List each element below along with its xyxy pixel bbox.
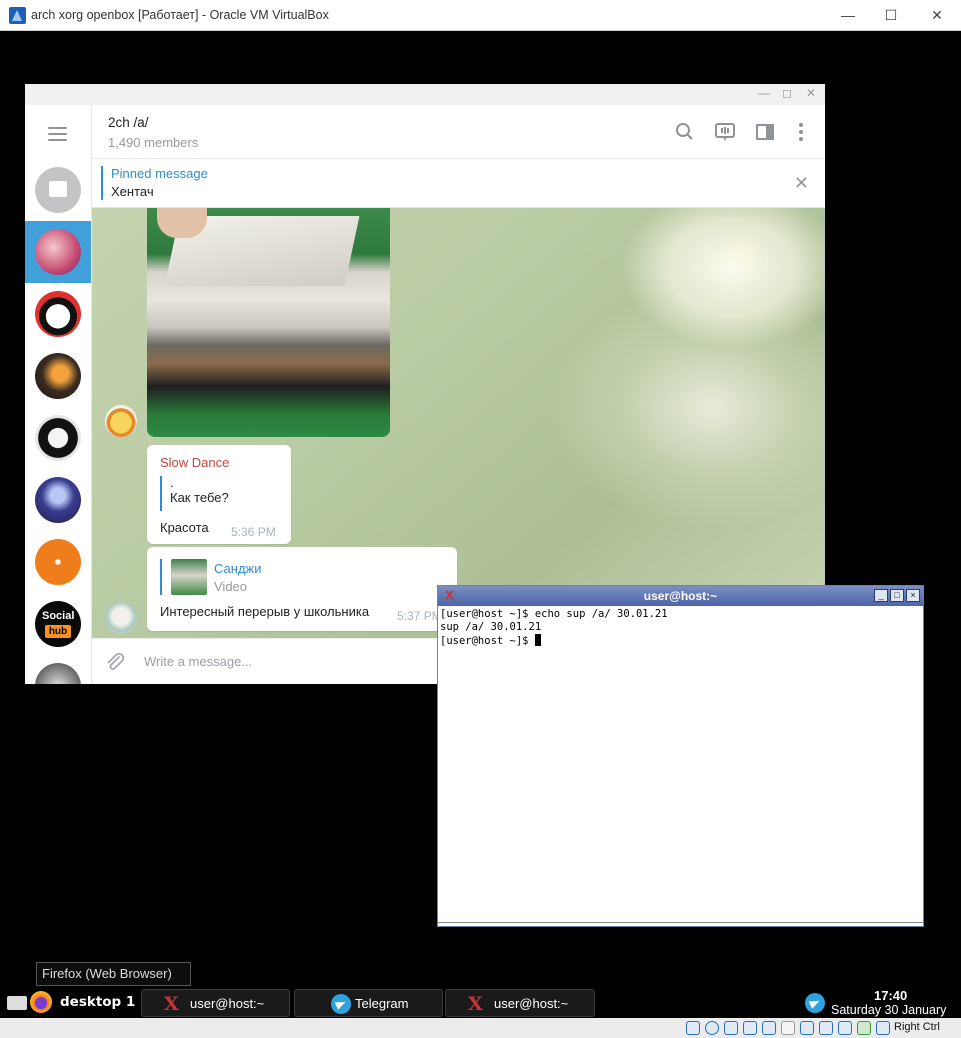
- terminal-output[interactable]: [user@host ~]$ echo sup /a/ 30.01.21 sup…: [440, 608, 668, 648]
- telegram-maximize-button[interactable]: ◻: [782, 86, 792, 100]
- telegram-window-bar: — ◻ ✕: [25, 84, 825, 105]
- audio-icon[interactable]: [724, 1021, 738, 1035]
- reply-quote[interactable]: . Как тебе?: [160, 476, 229, 511]
- hard-disk-icon[interactable]: [686, 1021, 700, 1035]
- message-text: Интересный перерыв у школьника: [160, 604, 370, 619]
- xterm-window[interactable]: X user@host:~ _ □ × [user@host ~]$ echo …: [437, 585, 924, 927]
- task-xterm-1[interactable]: X user@host:~: [141, 989, 290, 1017]
- virtualbox-icon: [9, 7, 26, 24]
- xterm-icon: X: [164, 993, 179, 1015]
- firefox-tooltip: Firefox (Web Browser): [36, 962, 191, 986]
- xterm-title: user@host:~: [643, 589, 718, 603]
- hand-image-detail: [157, 208, 207, 238]
- menu-icon[interactable]: [48, 127, 67, 141]
- search-icon[interactable]: [674, 121, 696, 143]
- reply-quote[interactable]: Санджи Video: [160, 559, 262, 595]
- message-bubble[interactable]: Slow Dance . Как тебе? Красота 5:36 PM: [147, 445, 291, 544]
- member-count: 1,490 members: [108, 135, 199, 150]
- telegram-tray-icon[interactable]: [805, 993, 825, 1013]
- reply-text: Как тебе?: [170, 490, 229, 505]
- chat-avatar[interactable]: [35, 353, 81, 399]
- pinned-text: Хентач: [111, 184, 154, 199]
- chat-avatar[interactable]: [35, 229, 81, 275]
- date: Saturday 30 January: [831, 1003, 947, 1017]
- taskbar: desktop 1 X user@host:~ Telegram X user@…: [2, 987, 959, 1018]
- pinned-label: Pinned message: [111, 166, 208, 181]
- pinned-message-bar[interactable]: Pinned message Хентач ✕: [92, 159, 825, 208]
- message-time: 5:36 PM: [231, 525, 276, 539]
- chat-list-sidebar: Social hub: [25, 105, 92, 684]
- optical-drive-icon[interactable]: [705, 1021, 719, 1035]
- display-icon[interactable]: [800, 1021, 814, 1035]
- usb-icon[interactable]: [762, 1021, 776, 1035]
- task-telegram[interactable]: Telegram: [294, 989, 443, 1017]
- sidebar-toggle-icon[interactable]: [754, 121, 776, 143]
- sender-avatar[interactable]: [105, 602, 137, 634]
- terminal-cursor: [534, 634, 541, 646]
- chat-avatar[interactable]: [35, 477, 81, 523]
- chat-avatar[interactable]: [35, 663, 81, 684]
- message-text: Красота: [160, 520, 209, 535]
- photo-message[interactable]: [147, 208, 390, 437]
- terminal-line: [user@host ~]$ echo sup /a/ 30.01.21: [440, 608, 668, 620]
- show-desktop-icon[interactable]: [7, 996, 27, 1010]
- message-bubble[interactable]: Санджи Video Интересный перерыв у школьн…: [147, 547, 457, 631]
- mouse-integration-icon[interactable]: [857, 1021, 871, 1035]
- xterm-minimize-button[interactable]: _: [874, 589, 888, 602]
- chat-area[interactable]: Slow Dance . Как тебе? Красота 5:36 PM С…: [92, 208, 825, 638]
- telegram-icon: [331, 994, 351, 1014]
- sender-avatar[interactable]: [105, 405, 137, 437]
- message-input[interactable]: Write a message...: [144, 654, 252, 669]
- firefox-icon[interactable]: [30, 991, 52, 1013]
- reply-text: .: [170, 475, 174, 490]
- archive-icon[interactable]: [35, 167, 81, 213]
- reply-author: Санджи: [214, 561, 262, 576]
- chat-avatar[interactable]: Social hub: [35, 601, 81, 647]
- xterm-bottom-border: [438, 922, 923, 926]
- chat-header: 2ch /a/ 1,490 members: [92, 105, 825, 159]
- terminal-line: sup /a/ 30.01.21: [440, 621, 542, 633]
- chat-title[interactable]: 2ch /a/: [108, 115, 149, 130]
- window-title: arch xorg openbox [Работает] - Oracle VM…: [31, 8, 329, 22]
- close-button[interactable]: ✕: [917, 4, 957, 26]
- terminal-line: [user@host ~]$: [440, 635, 535, 647]
- telegram-minimize-button[interactable]: —: [758, 86, 770, 100]
- more-options-icon[interactable]: [790, 121, 812, 143]
- task-label: Telegram: [355, 996, 409, 1011]
- reply-media-type: Video: [214, 579, 248, 594]
- network-icon[interactable]: [743, 1021, 757, 1035]
- task-label: user@host:~: [190, 996, 265, 1011]
- xterm-icon: X: [468, 993, 483, 1015]
- virtualization-icon[interactable]: [838, 1021, 852, 1035]
- shared-folders-icon[interactable]: [781, 1021, 795, 1035]
- clock: 17:40: [874, 988, 908, 1003]
- maximize-button[interactable]: ☐: [871, 4, 911, 26]
- xterm-close-button[interactable]: ×: [906, 589, 920, 602]
- task-label: user@host:~: [494, 996, 569, 1011]
- recording-icon[interactable]: [819, 1021, 833, 1035]
- telegram-close-button[interactable]: ✕: [806, 86, 816, 100]
- xterm-maximize-button[interactable]: □: [890, 589, 904, 602]
- task-xterm-2[interactable]: X user@host:~: [445, 989, 595, 1017]
- xterm-titlebar[interactable]: X user@host:~ _ □ ×: [438, 586, 923, 606]
- close-pinned-icon[interactable]: ✕: [794, 173, 809, 194]
- message-time: 5:37 PM: [397, 609, 442, 623]
- sender-name[interactable]: Slow Dance: [160, 455, 229, 470]
- minimize-button[interactable]: —: [828, 4, 868, 26]
- host-key-label: Right Ctrl: [894, 1021, 940, 1033]
- desktop-label[interactable]: desktop 1: [60, 994, 135, 1010]
- virtualbox-titlebar: arch xorg openbox [Работает] - Oracle VM…: [0, 0, 961, 31]
- live-stream-icon[interactable]: [714, 121, 736, 143]
- virtualbox-statusbar: Right Ctrl: [0, 1018, 961, 1038]
- attach-icon[interactable]: [104, 651, 126, 673]
- chat-avatar[interactable]: [35, 539, 81, 585]
- chat-avatar[interactable]: [35, 415, 81, 461]
- chat-avatar[interactable]: [35, 291, 81, 337]
- keyboard-capture-icon[interactable]: [876, 1021, 890, 1035]
- video-thumbnail: [171, 559, 207, 595]
- pinned-accent-bar: [101, 166, 103, 200]
